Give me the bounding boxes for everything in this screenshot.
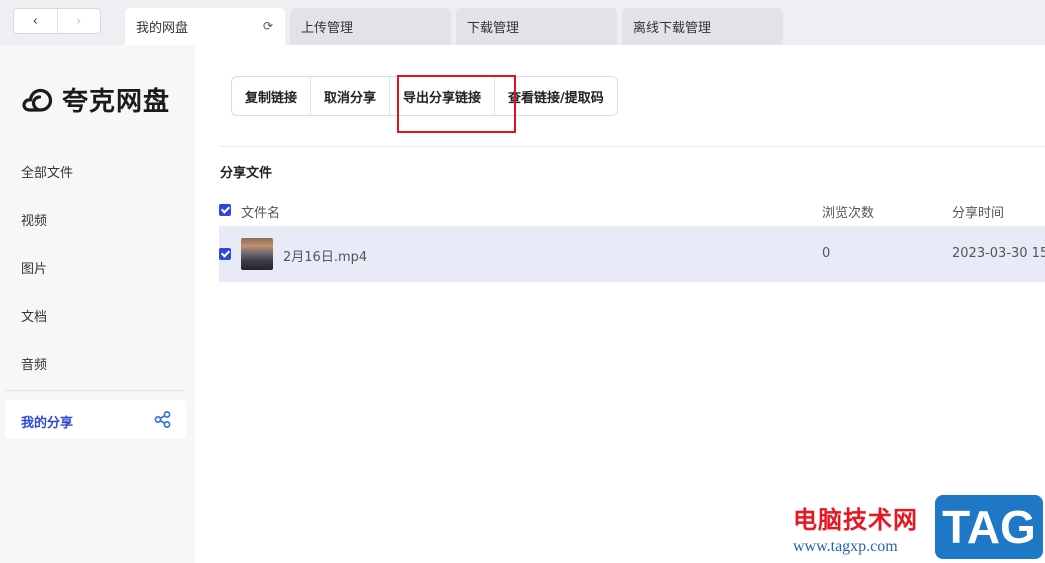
section-title: 分享文件 [220, 166, 273, 181]
video-thumbnail [241, 238, 273, 270]
logo-text: 夸克网盘 [62, 87, 171, 117]
watermark-url: www.tagxp.com [793, 538, 898, 555]
cloud-logo-icon [22, 88, 53, 112]
column-header-share-time[interactable]: 分享时间 [952, 202, 1004, 221]
watermark-logo: TAG [935, 495, 1043, 559]
sidebar-divider [5, 390, 185, 391]
tab-label: 上传管理 [301, 21, 354, 36]
sidebar-item-label: 我的分享 [21, 416, 74, 431]
chevron-left-icon: ‹ [32, 13, 38, 29]
row-checkbox[interactable] [219, 248, 231, 260]
sidebar-item-audio[interactable]: 音频 [21, 354, 47, 373]
sidebar-item-images[interactable]: 图片 [21, 258, 47, 277]
nav-buttons: ‹ › [13, 8, 101, 34]
tab-my-drive[interactable]: 我的网盘 ⟳ [125, 8, 285, 45]
sidebar-item-documents[interactable]: 文档 [21, 306, 47, 325]
column-header-views[interactable]: 浏览次数 [822, 202, 874, 221]
chevron-right-icon: › [76, 13, 82, 29]
watermark-text: 电脑技术网 [793, 506, 918, 534]
tab-offline-download-manager[interactable]: 离线下载管理 [622, 8, 783, 45]
share-time: 2023-03-30 15: [952, 246, 1045, 261]
cancel-share-button[interactable]: 取消分享 [310, 77, 389, 115]
forward-button[interactable]: › [56, 9, 101, 33]
select-all-checkbox[interactable] [219, 204, 231, 216]
tab-bar: ‹ › 我的网盘 ⟳ 上传管理 下载管理 离线下载管理 [0, 0, 1045, 45]
sidebar-item-all-files[interactable]: 全部文件 [21, 162, 73, 181]
view-count: 0 [822, 246, 831, 261]
tab-label: 下载管理 [467, 21, 520, 36]
column-header-filename[interactable]: 文件名 [241, 202, 280, 221]
share-icon [154, 411, 171, 428]
highlight-box [397, 75, 516, 133]
tab-label: 离线下载管理 [633, 21, 712, 36]
app-logo: 夸克网盘 [21, 81, 170, 118]
tab-download-manager[interactable]: 下载管理 [456, 8, 617, 45]
refresh-icon[interactable]: ⟳ [263, 19, 273, 33]
sidebar-item-my-shares[interactable]: 我的分享 [5, 400, 186, 439]
copy-link-button[interactable]: 复制链接 [232, 77, 310, 115]
back-button[interactable]: ‹ [14, 9, 57, 33]
sidebar-item-video[interactable]: 视频 [21, 210, 47, 229]
tab-label: 我的网盘 [136, 21, 189, 36]
file-name[interactable]: 2月16日.mp4 [283, 246, 367, 265]
sidebar: 夸克网盘 全部文件 视频 图片 文档 音频 我的分享 [0, 45, 195, 563]
divider [219, 146, 1045, 147]
tab-upload-manager[interactable]: 上传管理 [290, 8, 451, 45]
